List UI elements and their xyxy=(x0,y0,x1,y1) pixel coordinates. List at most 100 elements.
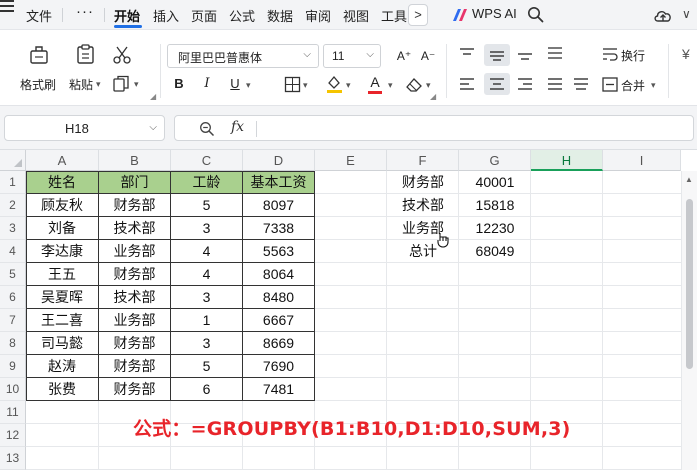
tab-data[interactable]: 数据 xyxy=(267,6,293,25)
row-header-3[interactable]: 3 xyxy=(0,217,26,240)
scrollbar-thumb[interactable] xyxy=(686,199,693,369)
paste-icon[interactable] xyxy=(75,43,97,65)
insert-function-button[interactable]: fx xyxy=(231,119,244,135)
table-cell[interactable]: 财务部 xyxy=(99,332,171,355)
paste-dropdown-chevron-icon[interactable]: ▾ xyxy=(96,79,101,90)
grow-font-button[interactable]: A⁺ xyxy=(393,45,415,67)
align-left-icon[interactable] xyxy=(458,77,476,91)
row-header-13[interactable]: 13 xyxy=(0,447,26,470)
paste-label[interactable]: 粘贴 xyxy=(69,76,93,93)
align-top-icon[interactable] xyxy=(458,47,476,61)
row-header-5[interactable]: 5 xyxy=(0,263,26,286)
groupby-sum-cell[interactable]: 12230 xyxy=(459,217,531,240)
column-header-a[interactable]: A xyxy=(26,150,99,171)
format-painter-label[interactable]: 格式刷 xyxy=(20,76,56,93)
table-cell[interactable]: 技术部 xyxy=(99,286,171,309)
table-cell[interactable]: 业务部 xyxy=(99,309,171,332)
table-cell[interactable]: 刘备 xyxy=(26,217,99,240)
menu-file[interactable]: 文件 xyxy=(26,6,52,25)
column-header-h[interactable]: H xyxy=(531,150,603,171)
copy-dropdown-chevron-icon[interactable]: ▾ xyxy=(134,79,139,90)
zoom-icon[interactable] xyxy=(199,121,215,137)
clipboard-launcher-icon[interactable]: ◢ xyxy=(150,92,156,101)
underline-button[interactable]: U xyxy=(224,73,246,95)
italic-button[interactable]: I xyxy=(196,73,218,95)
table-cell[interactable]: 3 xyxy=(171,286,243,309)
currency-format-partial[interactable]: ¥ xyxy=(682,46,690,62)
wrap-text-label[interactable]: 换行 xyxy=(621,47,645,64)
row-header-11[interactable]: 11 xyxy=(0,401,26,424)
column-header-f[interactable]: F xyxy=(387,150,459,171)
menu-more-button[interactable]: ··· xyxy=(76,3,94,20)
align-center-button[interactable] xyxy=(484,73,510,95)
row-header-10[interactable]: 10 xyxy=(0,378,26,401)
table-header-cell[interactable]: 基本工资 xyxy=(243,171,315,194)
table-cell[interactable]: 4 xyxy=(171,263,243,286)
format-painter-icon[interactable] xyxy=(28,43,50,65)
tab-insert[interactable]: 插入 xyxy=(153,6,179,25)
groupby-sum-cell[interactable]: 15818 xyxy=(459,194,531,217)
groupby-sum-cell[interactable]: 40001 xyxy=(459,171,531,194)
cloud-upload-icon[interactable] xyxy=(653,6,673,24)
row-header-2[interactable]: 2 xyxy=(0,194,26,217)
tab-page[interactable]: 页面 xyxy=(191,6,217,25)
align-right-icon[interactable] xyxy=(516,77,534,91)
table-cell[interactable]: 王五 xyxy=(26,263,99,286)
table-cell[interactable]: 财务部 xyxy=(99,378,171,401)
table-cell[interactable]: 8064 xyxy=(243,263,315,286)
font-launcher-icon[interactable]: ◢ xyxy=(430,92,436,101)
table-cell[interactable]: 1 xyxy=(171,309,243,332)
table-cell[interactable]: 财务部 xyxy=(99,194,171,217)
border-icon[interactable] xyxy=(284,76,301,93)
table-cell[interactable]: 8097 xyxy=(243,194,315,217)
table-cell[interactable]: 顾友秋 xyxy=(26,194,99,217)
formula-input[interactable]: fx xyxy=(174,115,694,141)
shrink-font-button[interactable]: A⁻ xyxy=(417,45,439,67)
column-header-c[interactable]: C xyxy=(171,150,243,171)
table-header-cell[interactable]: 部门 xyxy=(99,171,171,194)
table-cell[interactable]: 3 xyxy=(171,217,243,240)
table-cell[interactable]: 吴夏晖 xyxy=(26,286,99,309)
vertical-scrollbar[interactable]: ▲ xyxy=(681,171,697,470)
row-header-12[interactable]: 12 xyxy=(0,424,26,447)
table-cell[interactable]: 7338 xyxy=(243,217,315,240)
border-dropdown-chevron-icon[interactable]: ▾ xyxy=(303,80,308,91)
table-cell[interactable]: 财务部 xyxy=(99,263,171,286)
table-cell[interactable]: 李达康 xyxy=(26,240,99,263)
tab-formula[interactable]: 公式 xyxy=(229,6,255,25)
tab-tools[interactable]: 工具 xyxy=(381,6,407,25)
column-header-b[interactable]: B xyxy=(99,150,171,171)
row-header-4[interactable]: 4 xyxy=(0,240,26,263)
groupby-sum-cell[interactable]: 68049 xyxy=(459,240,531,263)
groupby-department-cell[interactable]: 技术部 xyxy=(387,194,459,217)
font-name-select[interactable]: 阿里巴巴普惠体 ⌵ xyxy=(167,44,319,68)
table-cell[interactable]: 3 xyxy=(171,332,243,355)
row-header-9[interactable]: 9 xyxy=(0,355,26,378)
groupby-department-cell[interactable]: 财务部 xyxy=(387,171,459,194)
eraser-dropdown-chevron-icon[interactable]: ▾ xyxy=(426,80,431,91)
column-header-e[interactable]: E xyxy=(315,150,387,171)
table-cell[interactable]: 王二喜 xyxy=(26,309,99,332)
hamburger-menu-icon[interactable] xyxy=(0,0,14,12)
table-cell[interactable]: 6667 xyxy=(243,309,315,332)
distribute-icon[interactable] xyxy=(546,46,564,62)
wrap-text-icon[interactable] xyxy=(602,47,618,61)
align-bottom-icon[interactable] xyxy=(516,47,534,61)
merge-label[interactable]: 合并 xyxy=(621,77,645,94)
fill-color-dropdown-chevron-icon[interactable]: ▾ xyxy=(346,80,351,91)
search-icon[interactable] xyxy=(527,6,544,23)
cut-icon[interactable] xyxy=(112,45,132,65)
table-cell[interactable]: 7481 xyxy=(243,378,315,401)
table-cell[interactable]: 财务部 xyxy=(99,355,171,378)
table-cell[interactable]: 5 xyxy=(171,194,243,217)
bold-button[interactable]: B xyxy=(168,73,190,95)
justify-icon[interactable] xyxy=(546,77,564,91)
table-cell[interactable]: 8480 xyxy=(243,286,315,309)
align-middle-button[interactable] xyxy=(484,44,510,66)
row-header-6[interactable]: 6 xyxy=(0,286,26,309)
font-size-select[interactable]: 11 ⌵ xyxy=(323,44,381,68)
table-header-cell[interactable]: 工龄 xyxy=(171,171,243,194)
column-header-d[interactable]: D xyxy=(243,150,315,171)
wps-ai-button[interactable]: WPS AI xyxy=(472,6,517,21)
tab-home[interactable]: 开始 xyxy=(114,6,140,25)
